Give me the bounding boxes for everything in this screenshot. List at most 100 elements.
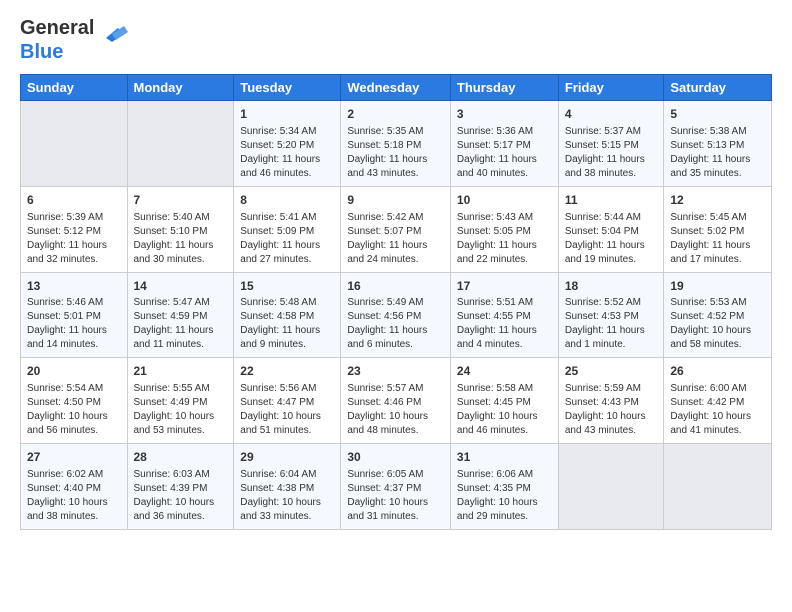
header-row: SundayMondayTuesdayWednesdayThursdayFrid…: [21, 75, 772, 101]
logo-line2: Blue: [20, 40, 94, 64]
header-day: Saturday: [664, 75, 772, 101]
calendar-cell: [664, 444, 772, 530]
header-day: Thursday: [450, 75, 558, 101]
cell-content: Sunrise: 5:41 AMSunset: 5:09 PMDaylight:…: [240, 211, 334, 267]
cell-content: Sunrise: 5:36 AMSunset: 5:17 PMDaylight:…: [457, 125, 552, 181]
calendar-cell: 25Sunrise: 5:59 AMSunset: 4:43 PMDayligh…: [558, 358, 664, 444]
day-number: 20: [27, 363, 121, 380]
cell-content: Sunrise: 5:53 AMSunset: 4:52 PMDaylight:…: [670, 296, 765, 352]
logo-text: General Blue: [20, 16, 94, 64]
cell-content: Sunrise: 5:37 AMSunset: 5:15 PMDaylight:…: [565, 125, 658, 181]
day-number: 28: [134, 449, 228, 466]
calendar-cell: 17Sunrise: 5:51 AMSunset: 4:55 PMDayligh…: [450, 272, 558, 358]
calendar-cell: [127, 101, 234, 187]
calendar-cell: 26 Sunrise: 6:00 AMSunset: 4:42 PMDayligh…: [664, 358, 772, 444]
day-number: 8: [240, 192, 334, 209]
calendar-week: 27 Sunrise: 6:02 AMSunset: 4:40 PMDayligh…: [21, 444, 772, 530]
logo-line1: General: [20, 16, 94, 40]
day-number: 24: [457, 363, 552, 380]
cell-content: Sunrise: 6:06 AMSunset: 4:35 PMDaylight:…: [457, 468, 552, 524]
cell-content: Sunrise: 5:39 AMSunset: 5:12 PMDaylight:…: [27, 211, 121, 267]
day-number: 22: [240, 363, 334, 380]
calendar-cell: [558, 444, 664, 530]
cell-content: Sunrise: 5:40 AMSunset: 5:10 PMDaylight:…: [134, 211, 228, 267]
calendar-cell: 22 Sunrise: 5:56 AMSunset: 4:47 PMDayligh…: [234, 358, 341, 444]
calendar-cell: 8 Sunrise: 5:41 AMSunset: 5:09 PMDaylight…: [234, 186, 341, 272]
calendar-cell: 29 Sunrise: 6:04 AMSunset: 4:38 PMDayligh…: [234, 444, 341, 530]
calendar-cell: 27 Sunrise: 6:02 AMSunset: 4:40 PMDayligh…: [21, 444, 128, 530]
calendar-week: 13Sunrise: 5:46 AMSunset: 5:01 PMDayligh…: [21, 272, 772, 358]
calendar-cell: 24 Sunrise: 5:58 AMSunset: 4:45 PMDayligh…: [450, 358, 558, 444]
cell-content: Sunrise: 5:59 AMSunset: 4:43 PMDaylight:…: [565, 382, 658, 438]
calendar-cell: 20 Sunrise: 5:54 AMSunset: 4:50 PMDayligh…: [21, 358, 128, 444]
day-number: 12: [670, 192, 765, 209]
cell-content: Sunrise: 5:34 AMSunset: 5:20 PMDaylight:…: [240, 125, 334, 181]
logo-bird-icon: [98, 24, 128, 52]
calendar-cell: 2Sunrise: 5:35 AMSunset: 5:18 PMDaylight…: [341, 101, 451, 187]
header-day: Wednesday: [341, 75, 451, 101]
calendar-cell: 23 Sunrise: 5:57 AMSunset: 4:46 PMDayligh…: [341, 358, 451, 444]
day-number: 16: [347, 278, 444, 295]
calendar-cell: 21Sunrise: 5:55 AMSunset: 4:49 PMDayligh…: [127, 358, 234, 444]
day-number: 19: [670, 278, 765, 295]
day-number: 23: [347, 363, 444, 380]
calendar-cell: 30 Sunrise: 6:05 AMSunset: 4:37 PMDayligh…: [341, 444, 451, 530]
logo-wrapper: General Blue: [20, 16, 128, 64]
day-number: 4: [565, 106, 658, 123]
calendar-cell: 18Sunrise: 5:52 AMSunset: 4:53 PMDayligh…: [558, 272, 664, 358]
cell-content: Sunrise: 6:00 AMSunset: 4:42 PMDaylight:…: [670, 382, 765, 438]
calendar-cell: 28 Sunrise: 6:03 AMSunset: 4:39 PMDayligh…: [127, 444, 234, 530]
day-number: 3: [457, 106, 552, 123]
calendar-cell: [21, 101, 128, 187]
day-number: 7: [134, 192, 228, 209]
calendar-cell: 6Sunrise: 5:39 AMSunset: 5:12 PMDaylight…: [21, 186, 128, 272]
cell-content: Sunrise: 6:02 AMSunset: 4:40 PMDaylight:…: [27, 468, 121, 524]
day-number: 29: [240, 449, 334, 466]
day-number: 5: [670, 106, 765, 123]
cell-content: Sunrise: 5:58 AMSunset: 4:45 PMDaylight:…: [457, 382, 552, 438]
calendar-cell: 31Sunrise: 6:06 AMSunset: 4:35 PMDayligh…: [450, 444, 558, 530]
calendar-header: SundayMondayTuesdayWednesdayThursdayFrid…: [21, 75, 772, 101]
cell-content: Sunrise: 5:49 AMSunset: 4:56 PMDaylight:…: [347, 296, 444, 352]
calendar-body: 1 Sunrise: 5:34 AMSunset: 5:20 PMDaylight…: [21, 101, 772, 530]
day-number: 27: [27, 449, 121, 466]
cell-content: Sunrise: 5:55 AMSunset: 4:49 PMDaylight:…: [134, 382, 228, 438]
header-day: Friday: [558, 75, 664, 101]
calendar-week: 6Sunrise: 5:39 AMSunset: 5:12 PMDaylight…: [21, 186, 772, 272]
cell-content: Sunrise: 6:04 AMSunset: 4:38 PMDaylight:…: [240, 468, 334, 524]
calendar-cell: 12 Sunrise: 5:45 AMSunset: 5:02 PMDayligh…: [664, 186, 772, 272]
calendar-cell: 14Sunrise: 5:47 AMSunset: 4:59 PMDayligh…: [127, 272, 234, 358]
page: General Blue SundayMondayTuesdayWednesda…: [0, 0, 792, 612]
day-number: 10: [457, 192, 552, 209]
calendar-week: 20 Sunrise: 5:54 AMSunset: 4:50 PMDayligh…: [21, 358, 772, 444]
calendar-cell: 4 Sunrise: 5:37 AMSunset: 5:15 PMDaylight…: [558, 101, 664, 187]
calendar-cell: 9Sunrise: 5:42 AMSunset: 5:07 PMDaylight…: [341, 186, 451, 272]
calendar-cell: 10 Sunrise: 5:43 AMSunset: 5:05 PMDayligh…: [450, 186, 558, 272]
calendar-cell: 15Sunrise: 5:48 AMSunset: 4:58 PMDayligh…: [234, 272, 341, 358]
day-number: 26: [670, 363, 765, 380]
calendar-cell: 11Sunrise: 5:44 AMSunset: 5:04 PMDayligh…: [558, 186, 664, 272]
header-day: Sunday: [21, 75, 128, 101]
cell-content: Sunrise: 5:44 AMSunset: 5:04 PMDaylight:…: [565, 211, 658, 267]
cell-content: Sunrise: 6:05 AMSunset: 4:37 PMDaylight:…: [347, 468, 444, 524]
cell-content: Sunrise: 5:43 AMSunset: 5:05 PMDaylight:…: [457, 211, 552, 267]
calendar-cell: 13Sunrise: 5:46 AMSunset: 5:01 PMDayligh…: [21, 272, 128, 358]
cell-content: Sunrise: 5:56 AMSunset: 4:47 PMDaylight:…: [240, 382, 334, 438]
cell-content: Sunrise: 5:46 AMSunset: 5:01 PMDaylight:…: [27, 296, 121, 352]
cell-content: Sunrise: 5:57 AMSunset: 4:46 PMDaylight:…: [347, 382, 444, 438]
calendar-cell: 1 Sunrise: 5:34 AMSunset: 5:20 PMDaylight…: [234, 101, 341, 187]
header: General Blue: [20, 16, 772, 64]
cell-content: Sunrise: 5:52 AMSunset: 4:53 PMDaylight:…: [565, 296, 658, 352]
day-number: 1: [240, 106, 334, 123]
day-number: 17: [457, 278, 552, 295]
cell-content: Sunrise: 5:48 AMSunset: 4:58 PMDaylight:…: [240, 296, 334, 352]
cell-content: Sunrise: 5:47 AMSunset: 4:59 PMDaylight:…: [134, 296, 228, 352]
day-number: 15: [240, 278, 334, 295]
cell-content: Sunrise: 5:38 AMSunset: 5:13 PMDaylight:…: [670, 125, 765, 181]
cell-content: Sunrise: 5:45 AMSunset: 5:02 PMDaylight:…: [670, 211, 765, 267]
day-number: 30: [347, 449, 444, 466]
calendar-cell: 3 Sunrise: 5:36 AMSunset: 5:17 PMDaylight…: [450, 101, 558, 187]
day-number: 13: [27, 278, 121, 295]
cell-content: Sunrise: 6:03 AMSunset: 4:39 PMDaylight:…: [134, 468, 228, 524]
cell-content: Sunrise: 5:54 AMSunset: 4:50 PMDaylight:…: [27, 382, 121, 438]
